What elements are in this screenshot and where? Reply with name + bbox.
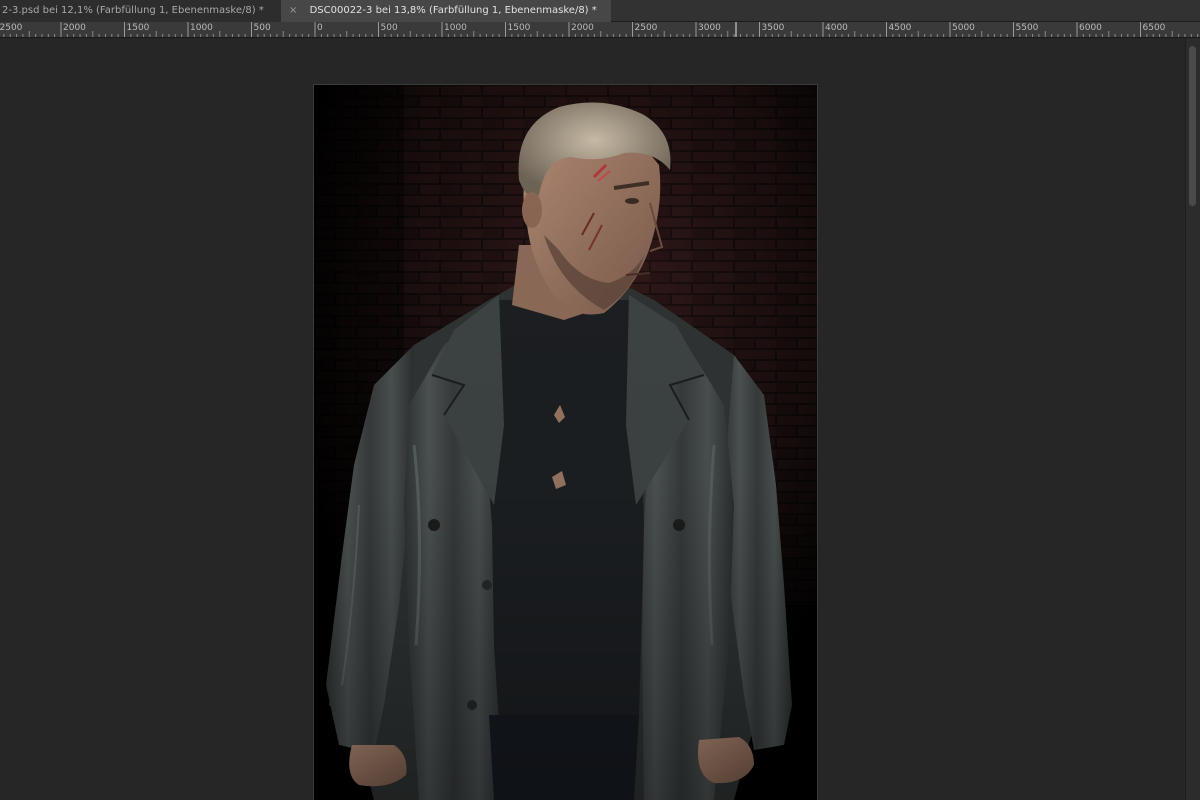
photoshop-window: 2-3.psd bei 12,1% (Farbfüllung 1, Ebenen… — [0, 0, 1200, 800]
ruler-label: 3500 — [761, 23, 785, 33]
document-tab-active[interactable]: × DSC00022-3 bei 13,8% (Farbfüllung 1, E… — [281, 0, 611, 22]
document-tab-label: 2-3.psd bei 12,1% (Farbfüllung 1, Ebenen… — [2, 5, 264, 16]
portrait-photo — [314, 85, 817, 800]
ruler-label: 4500 — [888, 23, 912, 33]
ruler-label: 6500 — [1142, 23, 1166, 33]
vertical-scrollbar[interactable] — [1185, 38, 1200, 800]
ruler-label: 2000 — [571, 23, 594, 33]
document-tab-inactive[interactable]: 2-3.psd bei 12,1% (Farbfüllung 1, Ebenen… — [0, 0, 281, 22]
document-tab-label: DSC00022-3 bei 13,8% (Farbfüllung 1, Ebe… — [309, 5, 597, 16]
ruler-label: 1000 — [444, 23, 467, 33]
ruler-label: 2500 — [634, 23, 658, 33]
ruler-label: 500 — [380, 23, 398, 33]
close-tab-icon[interactable]: × — [289, 0, 297, 21]
ruler-label: 3000 — [698, 23, 721, 33]
document-tab-bar: 2-3.psd bei 12,1% (Farbfüllung 1, Ebenen… — [0, 0, 1200, 22]
document-canvas[interactable] — [314, 85, 817, 800]
ruler-label: 1000 — [190, 23, 213, 33]
horizontal-ruler[interactable]: 2500 2000 1500 1000 500 0 500 1000 1500 2000 2500 3… — [0, 22, 1200, 38]
scrollbar-thumb[interactable] — [1189, 46, 1196, 206]
ruler-label: 1500 — [507, 23, 531, 33]
ruler-label: 4000 — [825, 23, 848, 33]
ruler-label: 5000 — [952, 23, 975, 33]
ruler-label: 2500 — [0, 23, 23, 33]
ruler-label: 1500 — [126, 23, 150, 33]
ruler-label: 6000 — [1079, 23, 1102, 33]
ruler-label: 5500 — [1015, 23, 1039, 33]
ruler-label: 2000 — [63, 23, 86, 33]
ruler-label: 0 — [317, 23, 323, 33]
ruler-label: 500 — [253, 23, 271, 33]
